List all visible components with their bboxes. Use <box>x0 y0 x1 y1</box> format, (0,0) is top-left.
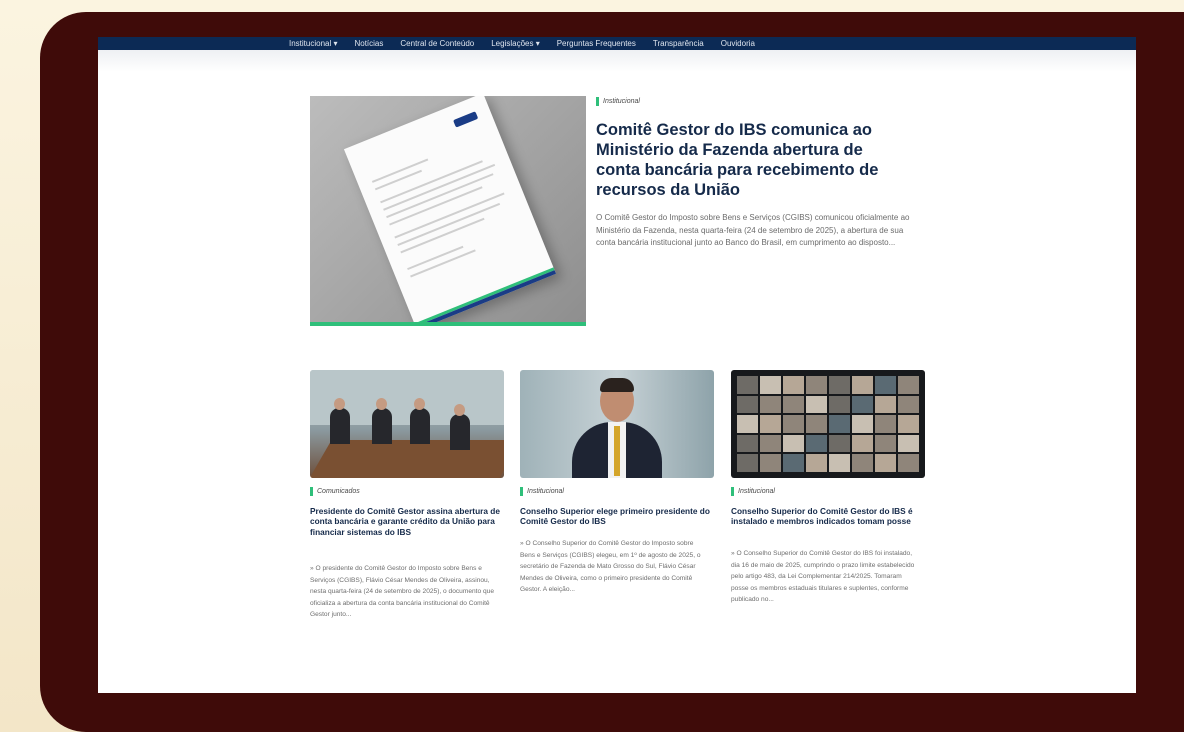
news-card-2-category[interactable]: Institucional <box>520 487 564 496</box>
nav-item-ouvidoria[interactable]: Ouvidoria <box>721 39 755 48</box>
nav-item-central-de-conteudo[interactable]: Central de Conteúdo <box>400 39 474 48</box>
browser-viewport: Institucional ▾ Notícias Central de Cont… <box>98 37 1136 693</box>
featured-category-label: Institucional <box>603 98 640 105</box>
news-card-2-title[interactable]: Conselho Superior elege primeiro preside… <box>520 506 712 527</box>
document-illustration <box>343 96 557 326</box>
news-card-1-title[interactable]: Presidente do Comitê Gestor assina abert… <box>310 506 502 537</box>
video-conference-grid <box>737 376 919 472</box>
cgibs-logo-mark <box>453 111 479 128</box>
news-card-2-image[interactable] <box>520 370 714 478</box>
news-card-2-summary: » O Conselho Superior do Comitê Gestor d… <box>520 540 701 594</box>
news-card-3-category-label: Institucional <box>738 488 775 495</box>
featured-article-title[interactable]: Comitê Gestor do IBS comunica ao Ministé… <box>596 120 906 200</box>
featured-article-image[interactable] <box>310 96 586 326</box>
news-card-1-category-label: Comunicados <box>317 488 360 495</box>
featured-article-summary: O Comitê Gestor do Imposto sobre Bens e … <box>596 213 910 248</box>
news-card-1-summary: » O presidente do Comitê Gestor do Impos… <box>310 565 495 619</box>
news-card-3-image[interactable] <box>731 370 925 478</box>
nav-item-noticias[interactable]: Notícias <box>354 39 383 48</box>
featured-category-tag[interactable]: Institucional <box>596 97 640 106</box>
top-navigation: Institucional ▾ Notícias Central de Cont… <box>98 37 1136 50</box>
news-card-1-category[interactable]: Comunicados <box>310 487 360 496</box>
news-card-3-summary: » O Conselho Superior do Comitê Gestor d… <box>731 550 915 604</box>
news-card-3-category[interactable]: Institucional <box>731 487 775 496</box>
news-card-1-image[interactable] <box>310 370 504 478</box>
nav-item-legislacoes[interactable]: Legislações ▾ <box>491 39 540 48</box>
nav-item-institucional[interactable]: Institucional ▾ <box>289 39 337 48</box>
news-card-3-title[interactable]: Conselho Superior do Comitê Gestor do IB… <box>731 506 923 527</box>
header-shadow <box>98 50 1136 72</box>
tag-marker <box>520 487 523 496</box>
nav-item-perguntas-frequentes[interactable]: Perguntas Frequentes <box>557 39 636 48</box>
image-accent-bar <box>310 322 586 326</box>
news-card-2-category-label: Institucional <box>527 488 564 495</box>
nav-item-transparencia[interactable]: Transparência <box>653 39 704 48</box>
tag-marker <box>731 487 734 496</box>
tag-marker <box>310 487 313 496</box>
tag-marker <box>596 97 599 106</box>
